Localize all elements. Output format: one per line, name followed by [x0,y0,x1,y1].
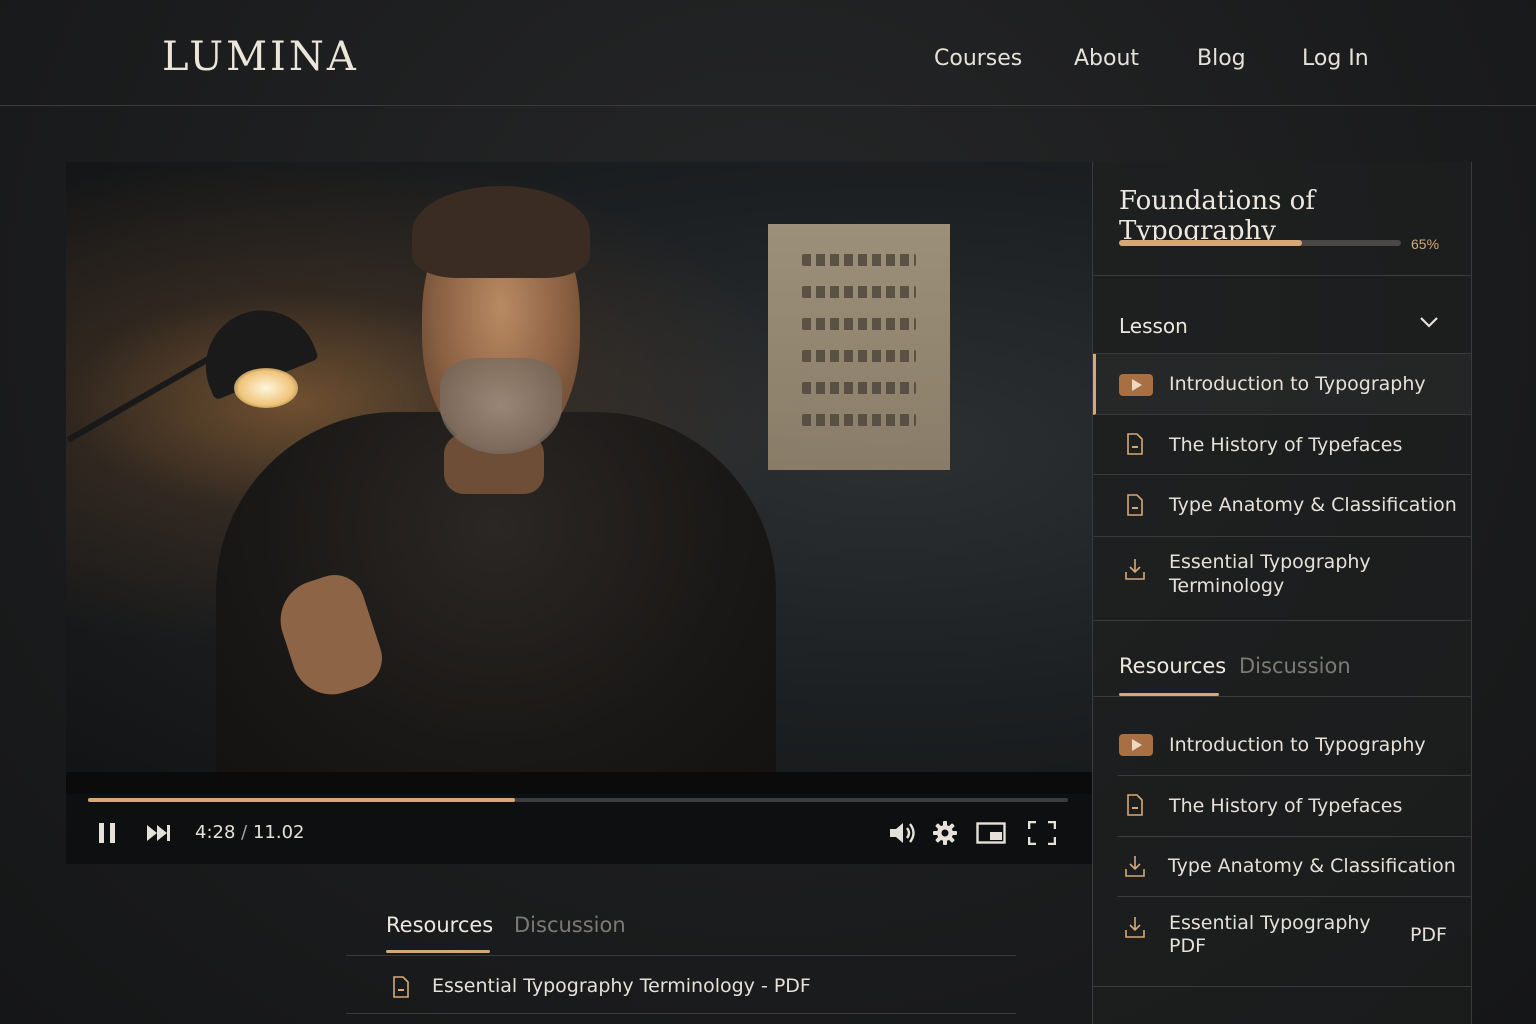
fullscreen-button[interactable] [1027,820,1057,850]
picture-in-picture-icon [976,822,1006,844]
play-icon [1119,734,1153,756]
document-icon [1127,794,1143,816]
desk-image [66,772,1092,794]
divider [1093,986,1471,987]
video-progress-bar[interactable] [88,798,1068,802]
resource-item-terminology[interactable]: Essential Typography PDF PDF [1117,897,1471,985]
lesson-label: Introduction to Typography [1169,373,1426,395]
volume-icon [890,823,915,843]
gear-icon [933,821,957,845]
document-icon [1127,433,1143,455]
nav-blog[interactable]: Blog [1197,46,1246,71]
wall-poster-image [768,224,950,470]
video-frame[interactable] [66,162,1092,794]
divider [1093,696,1471,697]
skip-next-icon [147,825,170,841]
nav-login[interactable]: Log In [1302,46,1369,71]
resource-item-history[interactable]: The History of Typefaces [1117,776,1471,837]
lamp-arm-image [66,347,226,443]
lesson-label-line1: Essential Typography [1169,551,1371,573]
resource-label: Essential Typography Terminology - PDF [432,975,811,997]
download-icon [1125,856,1145,877]
pause-button[interactable] [96,822,120,849]
duration: 11.02 [252,822,305,843]
lesson-dropdown-label[interactable]: Lesson [1119,314,1188,338]
lesson-label-line2: Terminology [1169,575,1285,597]
resource-label: Type Anatomy & Classification [1168,855,1456,877]
time-display: 4:28 / 11.02 [195,822,305,843]
settings-button[interactable] [932,820,958,851]
below-video-tabs: Resources Discussion [346,910,1016,956]
tab-resources[interactable]: Resources [386,913,493,937]
resource-label-line2: PDF [1169,935,1207,957]
presenter-beard-image [440,358,562,454]
lesson-item-history[interactable]: The History of Typefaces [1093,415,1471,475]
picture-in-picture-button[interactable] [976,822,1006,849]
nav-courses[interactable]: Courses [934,46,1022,71]
resource-item-introduction[interactable]: Introduction to Typography [1117,714,1471,776]
course-sidebar: Foundations of Typography 65% Lesson Int… [1092,162,1472,1024]
course-progress-bar [1119,240,1401,246]
nav-about[interactable]: About [1074,46,1139,71]
resource-label-line1: Essential Typography [1169,912,1371,934]
divider [1093,275,1471,276]
resource-item-anatomy[interactable]: Type Anatomy & Classification [1117,837,1471,897]
lesson-label: The History of Typefaces [1169,434,1403,456]
document-icon [1127,494,1143,516]
resource-label: The History of Typefaces [1169,795,1403,817]
course-progress-label: 65% [1411,236,1440,252]
resource-label: Introduction to Typography [1169,734,1426,756]
lesson-item-anatomy[interactable]: Type Anatomy & Classification [1093,475,1471,537]
logo[interactable]: LUMINA [162,34,359,80]
fullscreen-icon [1027,820,1057,846]
download-icon [1125,917,1145,938]
chevron-down-icon [1420,317,1438,328]
active-tab-underline [386,950,490,953]
presenter-hair-image [412,186,590,278]
next-button[interactable] [146,823,172,848]
current-time: 4:28 [195,822,236,843]
sidebar-tab-discussion[interactable]: Discussion [1239,654,1351,678]
time-separator: / [241,822,248,843]
sidebar-tab-resources[interactable]: Resources [1119,654,1226,678]
course-progress-fill [1119,240,1303,246]
download-icon [1125,559,1145,580]
document-icon [393,976,409,998]
lamp-light-image [234,368,298,408]
site-header: LUMINA Courses About Blog Log In [0,0,1536,106]
volume-button[interactable] [888,820,918,851]
play-icon [1119,374,1153,396]
video-progress-fill [88,798,516,802]
lesson-item-introduction[interactable]: Introduction to Typography [1093,354,1471,415]
lesson-label: Type Anatomy & Classification [1169,494,1457,516]
lesson-dropdown-toggle[interactable] [1419,314,1439,335]
lesson-item-terminology[interactable]: Essential Typography Terminology [1093,537,1471,621]
video-player[interactable]: 4:28 / 11.02 [66,162,1092,864]
resource-type-label: PDF [1409,924,1447,946]
resource-item[interactable]: Essential Typography Terminology - PDF [346,958,1016,1014]
tab-discussion[interactable]: Discussion [514,913,626,937]
pause-icon [99,823,115,843]
